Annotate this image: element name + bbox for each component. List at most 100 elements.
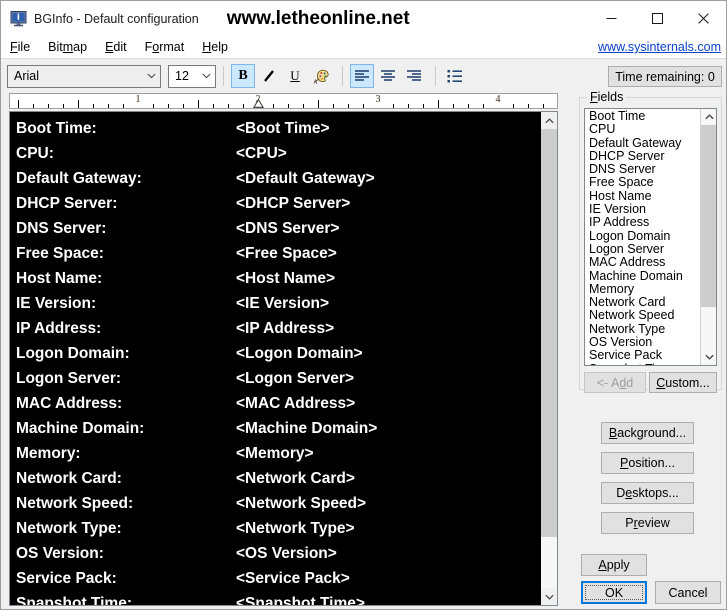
preview-button[interactable]: Preview bbox=[601, 512, 694, 534]
apply-button[interactable]: Apply bbox=[581, 554, 647, 576]
editor-field-label: Snapshot Time: bbox=[16, 594, 132, 606]
editor-row[interactable]: Logon Domain: <Logon Domain> bbox=[16, 341, 540, 366]
editor-row[interactable]: Default Gateway: <Default Gateway> bbox=[16, 166, 540, 191]
custom-fields-button[interactable]: Custom... bbox=[649, 372, 717, 393]
menu-item-file[interactable]: File bbox=[1, 38, 39, 56]
scrollbar-thumb[interactable] bbox=[540, 129, 557, 537]
color-palette-icon: A bbox=[313, 69, 329, 85]
fields-list-item[interactable]: Service Pack bbox=[587, 349, 700, 363]
close-button[interactable] bbox=[680, 1, 726, 36]
menu-item-bitmap[interactable]: Bitmap bbox=[39, 38, 96, 56]
custom-fields-label: Custom... bbox=[656, 375, 710, 390]
maximize-icon bbox=[651, 13, 663, 24]
editor-field-label: Free Space: bbox=[16, 244, 104, 262]
fields-list-item[interactable]: Boot Time bbox=[587, 109, 700, 123]
fields-list-item[interactable]: Machine Domain bbox=[587, 269, 700, 283]
fields-list[interactable]: Boot Time CPU Default Gateway DHCP Server DN… bbox=[585, 109, 700, 365]
menu-item-help[interactable]: Help bbox=[193, 38, 237, 56]
ok-button[interactable]: OK bbox=[581, 581, 647, 604]
editor-canvas[interactable]: Boot Time: <Boot Time> CPU: <CPU> Default Ga… bbox=[10, 112, 540, 605]
fields-list-item[interactable]: Snapshot Time bbox=[587, 362, 700, 365]
fields-list-item[interactable]: Logon Server bbox=[587, 242, 700, 256]
fields-list-item[interactable]: Network Speed bbox=[587, 309, 700, 323]
underline-button[interactable]: U bbox=[283, 64, 307, 88]
editor-row[interactable]: Snapshot Time: <Snapshot Time> bbox=[16, 591, 540, 606]
fields-listbox[interactable]: Boot Time CPU Default Gateway DHCP Server DN… bbox=[584, 108, 717, 366]
editor-row[interactable]: DHCP Server: <DHCP Server> bbox=[16, 191, 540, 216]
editor-row[interactable]: Boot Time: <Boot Time> bbox=[16, 116, 540, 141]
editor-row[interactable]: CPU: <CPU> bbox=[16, 141, 540, 166]
editor-row[interactable]: Service Pack: <Service Pack> bbox=[16, 566, 540, 591]
fields-list-item[interactable]: OS Version bbox=[587, 335, 700, 349]
editor-row[interactable]: OS Version: <OS Version> bbox=[16, 541, 540, 566]
italic-button[interactable] bbox=[257, 64, 281, 88]
scroll-up-icon[interactable] bbox=[540, 112, 557, 129]
fields-list-item[interactable]: Default Gateway bbox=[587, 136, 700, 150]
editor-field-label: Network Card: bbox=[16, 469, 122, 487]
scroll-up-icon[interactable] bbox=[701, 109, 716, 125]
maximize-button[interactable] bbox=[634, 1, 680, 36]
background-text-editor[interactable]: Boot Time: <Boot Time> CPU: <CPU> Default Ga… bbox=[9, 111, 558, 606]
time-remaining-button[interactable]: Time remaining: 0 bbox=[608, 66, 722, 87]
fields-list-item[interactable]: IE Version bbox=[587, 202, 700, 216]
fields-list-item[interactable]: DHCP Server bbox=[587, 149, 700, 163]
editor-row[interactable]: Host Name: <Host Name> bbox=[16, 266, 540, 291]
fields-list-item[interactable]: Memory bbox=[587, 282, 700, 296]
editor-field-label: Network Type: bbox=[16, 519, 122, 537]
fields-list-item[interactable]: Network Card bbox=[587, 295, 700, 309]
bold-button[interactable]: B bbox=[231, 64, 255, 88]
add-field-button[interactable]: <- Add bbox=[584, 372, 646, 393]
fields-list-item[interactable]: IP Address bbox=[587, 216, 700, 230]
cancel-button[interactable]: Cancel bbox=[655, 581, 721, 604]
fields-list-item[interactable]: Host Name bbox=[587, 189, 700, 203]
background-button[interactable]: Background... bbox=[601, 422, 694, 444]
editor-field-token: <Network Speed> bbox=[236, 494, 367, 512]
editor-row[interactable]: IP Address: <IP Address> bbox=[16, 316, 540, 341]
editor-vertical-scrollbar[interactable] bbox=[540, 112, 557, 605]
editor-row[interactable]: Network Card: <Network Card> bbox=[16, 466, 540, 491]
fields-scrollbar-thumb[interactable] bbox=[701, 125, 716, 307]
align-right-button[interactable] bbox=[402, 64, 426, 88]
editor-row[interactable]: Network Type: <Network Type> bbox=[16, 516, 540, 541]
align-center-icon bbox=[381, 70, 395, 81]
fields-list-item[interactable]: CPU bbox=[587, 122, 700, 136]
ruler-tick bbox=[348, 104, 349, 108]
align-center-button[interactable] bbox=[376, 64, 400, 88]
editor-row[interactable]: MAC Address: <MAC Address> bbox=[16, 391, 540, 416]
menu-bar: File Bitmap Edit Format Help www.sysinte… bbox=[1, 36, 726, 59]
indent-marker[interactable] bbox=[253, 99, 264, 108]
editor-row[interactable]: Network Speed: <Network Speed> bbox=[16, 491, 540, 516]
font-size-combo[interactable]: 12 bbox=[168, 64, 216, 88]
editor-row[interactable]: Machine Domain: <Machine Domain> bbox=[16, 416, 540, 441]
editor-row[interactable]: DNS Server: <DNS Server> bbox=[16, 216, 540, 241]
ruler-tick bbox=[363, 104, 364, 108]
fields-list-item[interactable]: Network Type bbox=[587, 322, 700, 336]
fields-list-item[interactable]: DNS Server bbox=[587, 162, 700, 176]
fields-scrollbar-track[interactable] bbox=[701, 125, 716, 349]
font-family-combo[interactable]: Arial bbox=[7, 64, 161, 88]
sysinternals-link[interactable]: www.sysinternals.com bbox=[598, 40, 721, 54]
align-left-button[interactable] bbox=[350, 64, 374, 88]
scrollbar-track[interactable] bbox=[540, 129, 557, 588]
fields-list-item[interactable]: Logon Domain bbox=[587, 229, 700, 243]
scroll-down-icon[interactable] bbox=[701, 349, 716, 365]
scroll-down-icon[interactable] bbox=[540, 588, 557, 605]
bold-icon: B bbox=[238, 68, 248, 83]
ruler-label: 3 bbox=[375, 94, 381, 105]
menu-item-format[interactable]: Format bbox=[136, 38, 194, 56]
font-color-button[interactable]: A bbox=[309, 64, 333, 88]
bullet-list-button[interactable] bbox=[443, 64, 467, 88]
desktops-button[interactable]: Desktops... bbox=[601, 482, 694, 504]
fields-list-item[interactable]: MAC Address bbox=[587, 255, 700, 269]
menu-item-edit[interactable]: Edit bbox=[96, 38, 136, 56]
editor-row[interactable]: Memory: <Memory> bbox=[16, 441, 540, 466]
editor-row[interactable]: Free Space: <Free Space> bbox=[16, 241, 540, 266]
align-left-icon bbox=[355, 70, 369, 81]
fields-list-item[interactable]: Free Space bbox=[587, 176, 700, 190]
minimize-button[interactable] bbox=[588, 1, 634, 36]
position-button[interactable]: Position... bbox=[601, 452, 694, 474]
ruler[interactable]: 1234 bbox=[9, 93, 558, 109]
editor-row[interactable]: Logon Server: <Logon Server> bbox=[16, 366, 540, 391]
editor-row[interactable]: IE Version: <IE Version> bbox=[16, 291, 540, 316]
fields-scrollbar[interactable] bbox=[700, 109, 716, 365]
